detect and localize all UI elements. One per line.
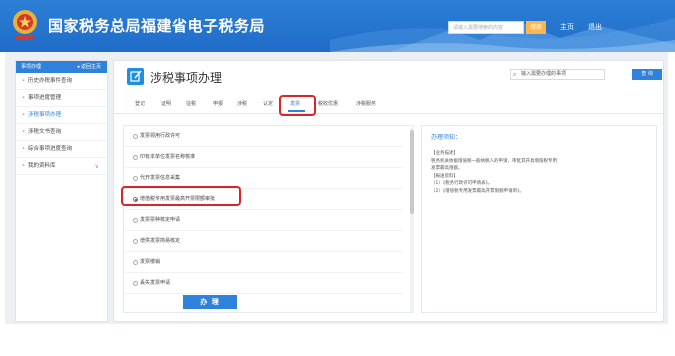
- search-icon: ⌕: [513, 71, 517, 78]
- tab-registration[interactable]: 登记: [135, 100, 145, 107]
- sidebar-item-tax-matters[interactable]: 涉税事项办理: [16, 107, 107, 124]
- list-item[interactable]: 发票缴销: [124, 252, 403, 273]
- note-line: 【业务描述】: [431, 151, 458, 156]
- sidebar-item-combined-progress[interactable]: 综合事项进度查询: [16, 141, 107, 158]
- list-item[interactable]: 丢失发票申请: [124, 273, 403, 294]
- edit-icon: [127, 68, 144, 85]
- list-item-label: 发票票种核定申请: [140, 217, 181, 223]
- selection-highlight-box: [121, 186, 241, 206]
- sidebar-item-documents[interactable]: 涉税文书查询: [16, 124, 107, 141]
- sidebar-item-progress[interactable]: 事项进度管理: [16, 90, 107, 107]
- matter-search-input[interactable]: ⌕ 输入需要办理的事项: [510, 69, 605, 80]
- sidebar: 事项办理 ◂ 返回主页 历史办税事件查询 事项进度管理 涉税事项办理 涉税文书查…: [15, 60, 108, 322]
- sidebar-item-label: 我的资料库: [28, 163, 56, 169]
- matter-list: 发票领用行政许可 印有本单位发票名称核准 代开发票信息采集 增值税专用发票最高开…: [123, 125, 414, 313]
- radio-button[interactable]: [133, 218, 138, 223]
- notes-title: 办理须知：: [431, 134, 462, 141]
- tab-certificate[interactable]: 证明: [161, 100, 171, 107]
- sidebar-title: 事项办理: [21, 64, 42, 70]
- chevron-down-icon: ∨: [94, 163, 99, 170]
- handle-button[interactable]: 办 理: [183, 295, 237, 309]
- list-scrollbar[interactable]: [410, 128, 414, 312]
- tab-tax-preference[interactable]: 税收优惠: [318, 100, 338, 107]
- sidebar-item-my-library[interactable]: 我的资料库 ∨: [16, 158, 107, 175]
- tax-emblem-icon: [13, 10, 37, 40]
- app-root: 国家税务总局福建省电子税务局 请输入需要搜索的内容 搜索 主页 退出 事项办理 …: [0, 0, 675, 356]
- tab-levy[interactable]: 征税: [186, 100, 196, 107]
- list-item-label: 发票缴销: [140, 259, 161, 265]
- page-title: 涉税事项办理: [150, 71, 223, 85]
- list-item[interactable]: 发票票种核定申请: [124, 210, 403, 231]
- back-home-link[interactable]: ◂ 返回主页: [77, 61, 101, 73]
- tab-tax-related[interactable]: 涉税: [237, 100, 247, 107]
- list-item-label: 丢失发票申请: [140, 280, 171, 286]
- list-item-label: 印有本单位发票名称核准: [140, 154, 196, 160]
- logout-link[interactable]: 退出: [588, 22, 602, 32]
- note-line: 【报送资料】: [431, 173, 458, 179]
- radio-button[interactable]: [133, 260, 138, 265]
- list-item[interactable]: 印有本单位发票名称核准: [124, 147, 403, 168]
- radio-button[interactable]: [133, 281, 138, 286]
- scrollbar-thumb[interactable]: [410, 130, 414, 214]
- category-tabs: 登记 证明 征税 申报 涉税 认定 发票 税收优惠 涉税服务: [114, 96, 663, 114]
- header-search-button[interactable]: 搜索: [526, 21, 546, 34]
- main-panel: 涉税事项办理 ⌕ 输入需要办理的事项 查 询 登记 证明 征税 申报 涉税 认定…: [113, 60, 664, 322]
- notes-panel: 办理须知： 【业务描述】 税务机关依据增值税一般纳税人的申请，审批其开具增值税专…: [421, 125, 657, 313]
- note-line: 税务机关依据增值税一般纳税人的申请，审批其开具增值税专用: [431, 158, 557, 164]
- sidebar-header: 事项办理 ◂ 返回主页: [16, 61, 107, 73]
- list-item-label: 增供发票简易核定: [140, 238, 181, 244]
- home-link[interactable]: 主页: [560, 22, 574, 32]
- tab-declaration[interactable]: 申报: [213, 100, 223, 107]
- note-line: 发票最高限额。: [431, 166, 463, 171]
- site-title: 国家税务总局福建省电子税务局: [48, 17, 266, 35]
- query-button[interactable]: 查 询: [632, 69, 662, 80]
- sidebar-item-history[interactable]: 历史办税事件查询: [16, 73, 107, 90]
- matter-search-text: 输入需要办理的事项: [521, 71, 567, 77]
- tab-qualification[interactable]: 认定: [263, 100, 273, 107]
- header-search-input[interactable]: 请输入需要搜索的内容: [448, 21, 524, 34]
- list-item[interactable]: 增供发票简易核定: [124, 231, 403, 252]
- radio-button[interactable]: [133, 134, 138, 139]
- radio-button[interactable]: [133, 155, 138, 160]
- list-item[interactable]: 发票领用行政许可: [124, 126, 403, 147]
- radio-button[interactable]: [133, 176, 138, 181]
- tab-tax-service[interactable]: 涉税服务: [356, 100, 376, 107]
- list-item-label: 发票领用行政许可: [140, 133, 181, 139]
- tab-highlight-box: [279, 95, 316, 116]
- radio-button[interactable]: [133, 239, 138, 244]
- site-header: 国家税务总局福建省电子税务局 请输入需要搜索的内容 搜索 主页 退出: [0, 0, 675, 52]
- note-line: （1）《税务行政许可申请表》。: [431, 181, 493, 186]
- list-item-label: 代开发票信息采集: [140, 175, 181, 181]
- note-line: （2）《增值税专用发票最高开票限额申请单》。: [431, 188, 524, 194]
